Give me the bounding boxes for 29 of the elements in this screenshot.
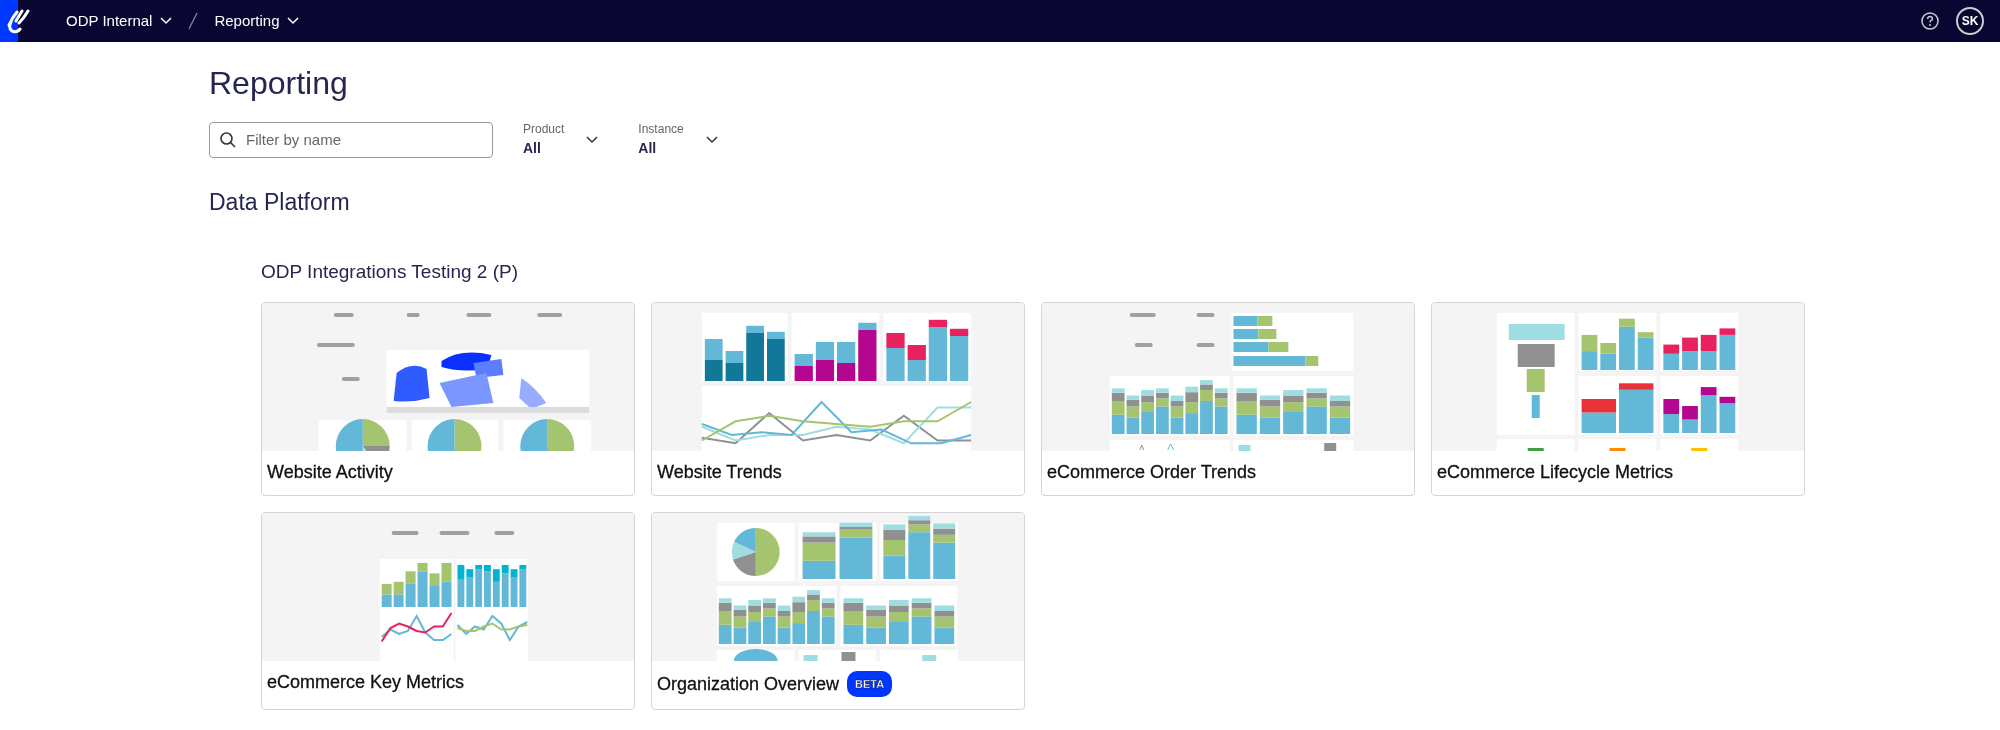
report-title: eCommerce Lifecycle Metrics [1437, 460, 1674, 483]
chevron-down-icon [287, 17, 300, 25]
chevron-down-icon [705, 135, 718, 144]
section-title: Data Platform [209, 189, 351, 217]
filter-dropdown[interactable]: Instance All [638, 120, 718, 160]
chevron-down-icon [586, 135, 599, 144]
beta-badge: BETA [847, 670, 893, 697]
report-title: Website Activity [267, 460, 393, 483]
report-title: eCommerce Order Trends [1047, 460, 1257, 483]
breadcrumb-dropdown[interactable]: ODP Internal [66, 9, 173, 33]
report-card[interactable]: eCommerce Lifecycle Metrics [1431, 301, 1805, 496]
report-card[interactable]: Website Activity [261, 301, 635, 496]
chevron-down-icon [160, 17, 173, 25]
report-card[interactable]: Organization Overview BETA [651, 511, 1025, 710]
filter-dropdown[interactable]: Product All [523, 120, 599, 160]
breadcrumb-dropdown[interactable]: Reporting [214, 9, 300, 33]
logo-icon [5, 8, 31, 34]
report-title: Organization Overview [657, 672, 840, 695]
report-title: eCommerce Key Metrics [267, 670, 465, 693]
page-title: Reporting [209, 64, 349, 103]
report-card[interactable]: eCommerce Key Metrics [261, 511, 635, 710]
help-icon[interactable] [1920, 11, 1940, 31]
user-avatar[interactable]: SK [1956, 7, 1984, 35]
group-title: ODP Integrations Testing 2 (P) [261, 261, 519, 284]
breadcrumb-separator-icon [188, 12, 199, 30]
report-card[interactable]: Website Trends [651, 301, 1025, 496]
report-title: Website Trends [657, 460, 782, 483]
report-card[interactable]: eCommerce Order Trends [1041, 301, 1415, 496]
search-field[interactable]: Filter by name [209, 121, 493, 158]
